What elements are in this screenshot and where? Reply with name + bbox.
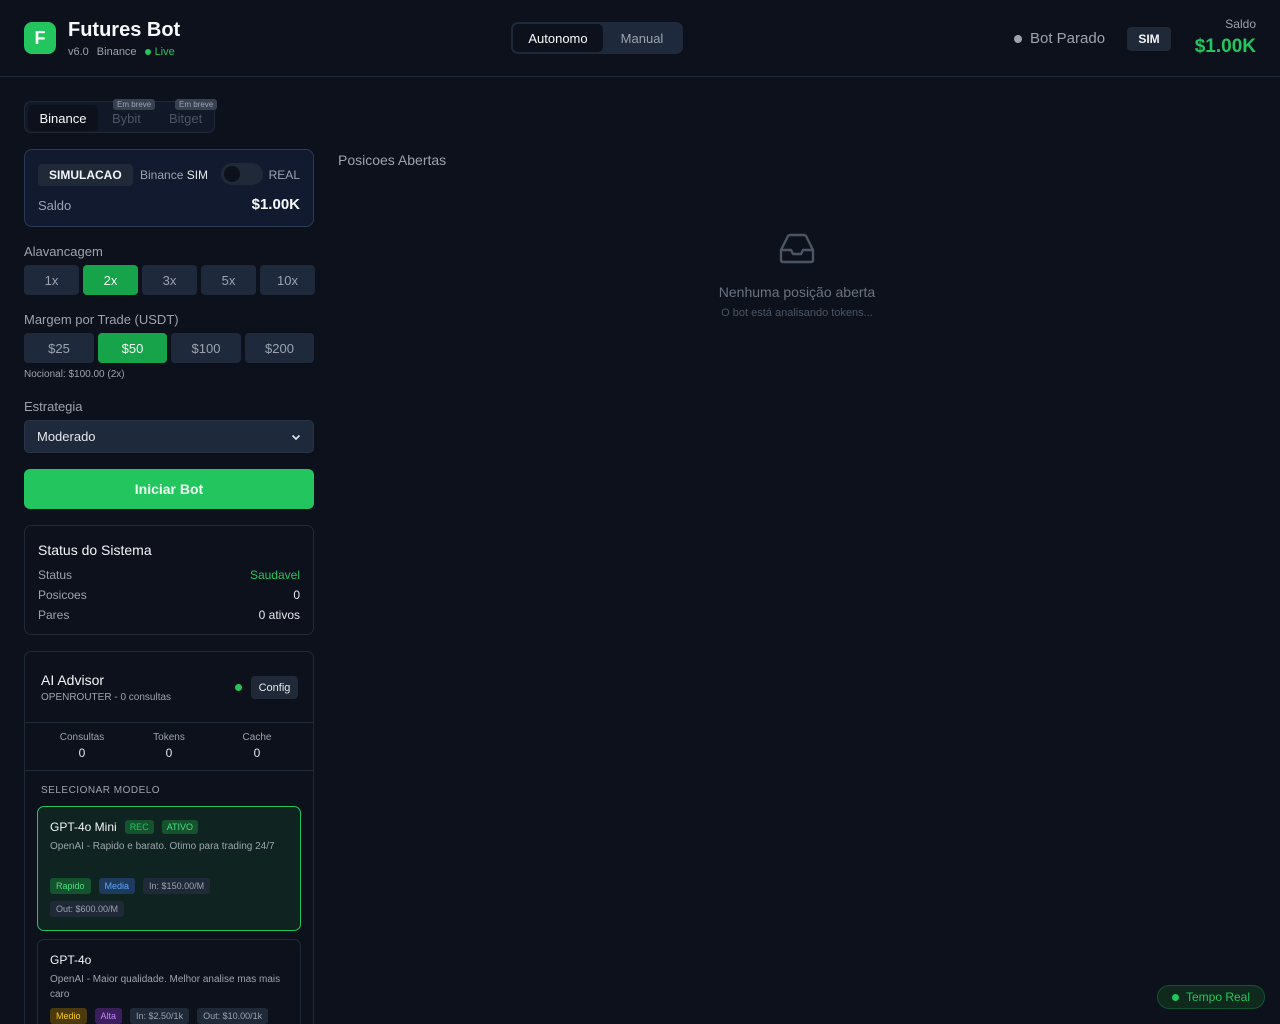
model-description: OpenAI - Maior qualidade. Melhor analise… bbox=[50, 974, 281, 1000]
ai-advisor-title: AI Advisor bbox=[41, 672, 105, 688]
live-indicator: Live bbox=[144, 46, 175, 58]
header-saldo-label: Saldo bbox=[1225, 17, 1256, 31]
model-chips: Rapido Media In: $150.00/M Out: $600.00/… bbox=[50, 878, 288, 917]
active-tag: ATIVO bbox=[161, 820, 199, 834]
exchange-tabs: Binance Bybit Em breve Bitget Em breve bbox=[24, 99, 218, 133]
strategy-value: Moderado bbox=[37, 429, 96, 444]
leverage-10x-button[interactable]: 10x bbox=[260, 265, 315, 295]
divider bbox=[25, 722, 313, 723]
mode-autonomo-button[interactable]: Autonomo bbox=[513, 24, 603, 52]
divider bbox=[25, 770, 313, 771]
input-price-chip: In: $2.50/1k bbox=[130, 1008, 190, 1024]
coming-soon-badge: Em breve bbox=[113, 99, 156, 110]
model-description: OpenAI - Rapido e barato. Otimo para tra… bbox=[50, 841, 275, 852]
leverage-5x-button[interactable]: 5x bbox=[201, 265, 256, 295]
toggle-knob bbox=[224, 166, 240, 182]
start-bot-button[interactable]: Iniciar Bot bbox=[24, 469, 314, 509]
leverage-3x-button[interactable]: 3x bbox=[142, 265, 197, 295]
simulation-badge: SIMULACAO bbox=[38, 164, 133, 186]
quality-chip: Media bbox=[98, 878, 136, 894]
model-chips: Medio Alta In: $2.50/1k Out: $10.00/1k bbox=[50, 1008, 288, 1024]
leverage-label: Alavancagem bbox=[24, 244, 103, 259]
system-status-card: Status do Sistema Status Saudavel Posicoe… bbox=[24, 525, 314, 635]
system-status-title: Status do Sistema bbox=[38, 542, 152, 558]
input-price-chip: In: $150.00/M bbox=[143, 878, 211, 894]
exchange-label: Binance bbox=[96, 46, 137, 58]
ai-status-dot-icon bbox=[235, 684, 242, 691]
tab-bitget: Bitget Em breve bbox=[169, 99, 218, 131]
realtime-badge: Tempo Real bbox=[1157, 985, 1265, 1009]
empty-state-title: Nenhuma posição aberta bbox=[718, 284, 876, 300]
margin-options: $25 $50 $100 $200 bbox=[24, 333, 314, 363]
mode-manual-button[interactable]: Manual bbox=[603, 24, 681, 52]
status-dot-icon bbox=[1014, 34, 1022, 43]
bot-status: Bot Parado bbox=[1014, 30, 1105, 47]
margin-100-button[interactable]: $100 bbox=[171, 333, 241, 363]
leverage-1x-button[interactable]: 1x bbox=[24, 265, 79, 295]
version-label: v6.0 bbox=[68, 46, 89, 58]
quality-chip: Alta bbox=[94, 1008, 123, 1024]
real-label: REAL bbox=[268, 168, 300, 182]
margin-200-button[interactable]: $200 bbox=[245, 333, 314, 363]
account-saldo-label: Saldo bbox=[38, 198, 72, 213]
speed-chip: Rapido bbox=[50, 878, 91, 894]
model-card-gpt-4o-mini[interactable]: GPT-4o Mini REC ATIVO OpenAI - Rapido e … bbox=[37, 806, 301, 931]
model-card-gpt-4o[interactable]: GPT-4o OpenAI - Maior qualidade. Melhor … bbox=[37, 939, 301, 1024]
realtime-dot-icon bbox=[1171, 993, 1179, 1001]
app-logo: F bbox=[24, 22, 56, 54]
app-subtitle: v6.0 Binance Live bbox=[68, 46, 175, 58]
sim-badge: SIM bbox=[1127, 27, 1171, 51]
inbox-icon bbox=[779, 233, 815, 264]
leverage-options: 1x 2x 3x 5x 10x bbox=[24, 265, 315, 295]
margin-25-button[interactable]: $25 bbox=[24, 333, 94, 363]
real-mode-toggle[interactable] bbox=[221, 163, 263, 185]
ai-advisor-subtitle: OPENROUTER - 0 consultas bbox=[41, 692, 172, 703]
recommended-tag: REC bbox=[124, 820, 154, 834]
strategy-select[interactable]: Moderado bbox=[24, 420, 314, 453]
pairs-row: Pares 0 ativos bbox=[38, 608, 300, 622]
open-positions-title: Posicoes Abertas bbox=[338, 152, 447, 168]
ai-advisor-card: AI Advisor OPENROUTER - 0 consultas Conf… bbox=[24, 651, 314, 1024]
notional-value: Nocional: $100.00 (2x) bbox=[24, 369, 125, 380]
coming-soon-badge: Em breve bbox=[175, 99, 218, 110]
account-card: SIMULACAO Binance SIM REAL Saldo $1.00K bbox=[24, 149, 314, 227]
model-name: GPT-4o bbox=[50, 953, 92, 967]
strategy-label: Estrategia bbox=[24, 399, 83, 414]
output-price-chip: Out: $600.00/M bbox=[50, 901, 125, 917]
margin-label: Margem por Trade (USDT) bbox=[24, 312, 179, 327]
account-exchange: Binance SIM bbox=[140, 168, 209, 182]
stat-cache: Cache 0 bbox=[242, 732, 272, 760]
header-saldo-value: $1.00K bbox=[1194, 36, 1256, 57]
model-name: GPT-4o Mini bbox=[50, 820, 117, 834]
select-model-label: SELECIONAR MODELO bbox=[41, 785, 161, 796]
leverage-2x-button[interactable]: 2x bbox=[83, 265, 138, 295]
config-button[interactable]: Config bbox=[251, 676, 298, 699]
tab-binance[interactable]: Binance bbox=[28, 105, 98, 131]
tab-bybit: Bybit Em breve bbox=[112, 99, 156, 131]
top-header: F Futures Bot v6.0 Binance Live Autonomo… bbox=[0, 0, 1280, 77]
live-dot-icon bbox=[144, 49, 151, 55]
stat-tokens: Tokens 0 bbox=[153, 732, 185, 760]
output-price-chip: Out: $10.00/1k bbox=[197, 1008, 269, 1024]
app-title: Futures Bot bbox=[68, 19, 181, 41]
chevron-down-icon bbox=[291, 434, 301, 440]
speed-chip: Medio bbox=[50, 1008, 87, 1024]
margin-50-button[interactable]: $50 bbox=[98, 333, 167, 363]
stat-consultas: Consultas 0 bbox=[59, 732, 105, 760]
account-saldo-value: $1.00K bbox=[251, 196, 300, 213]
positions-row: Posicoes 0 bbox=[38, 588, 300, 602]
empty-state-subtitle: O bot está analisando tokens... bbox=[721, 307, 873, 319]
mode-toggle: Autonomo Manual bbox=[511, 22, 683, 54]
status-row: Status Saudavel bbox=[38, 568, 300, 582]
